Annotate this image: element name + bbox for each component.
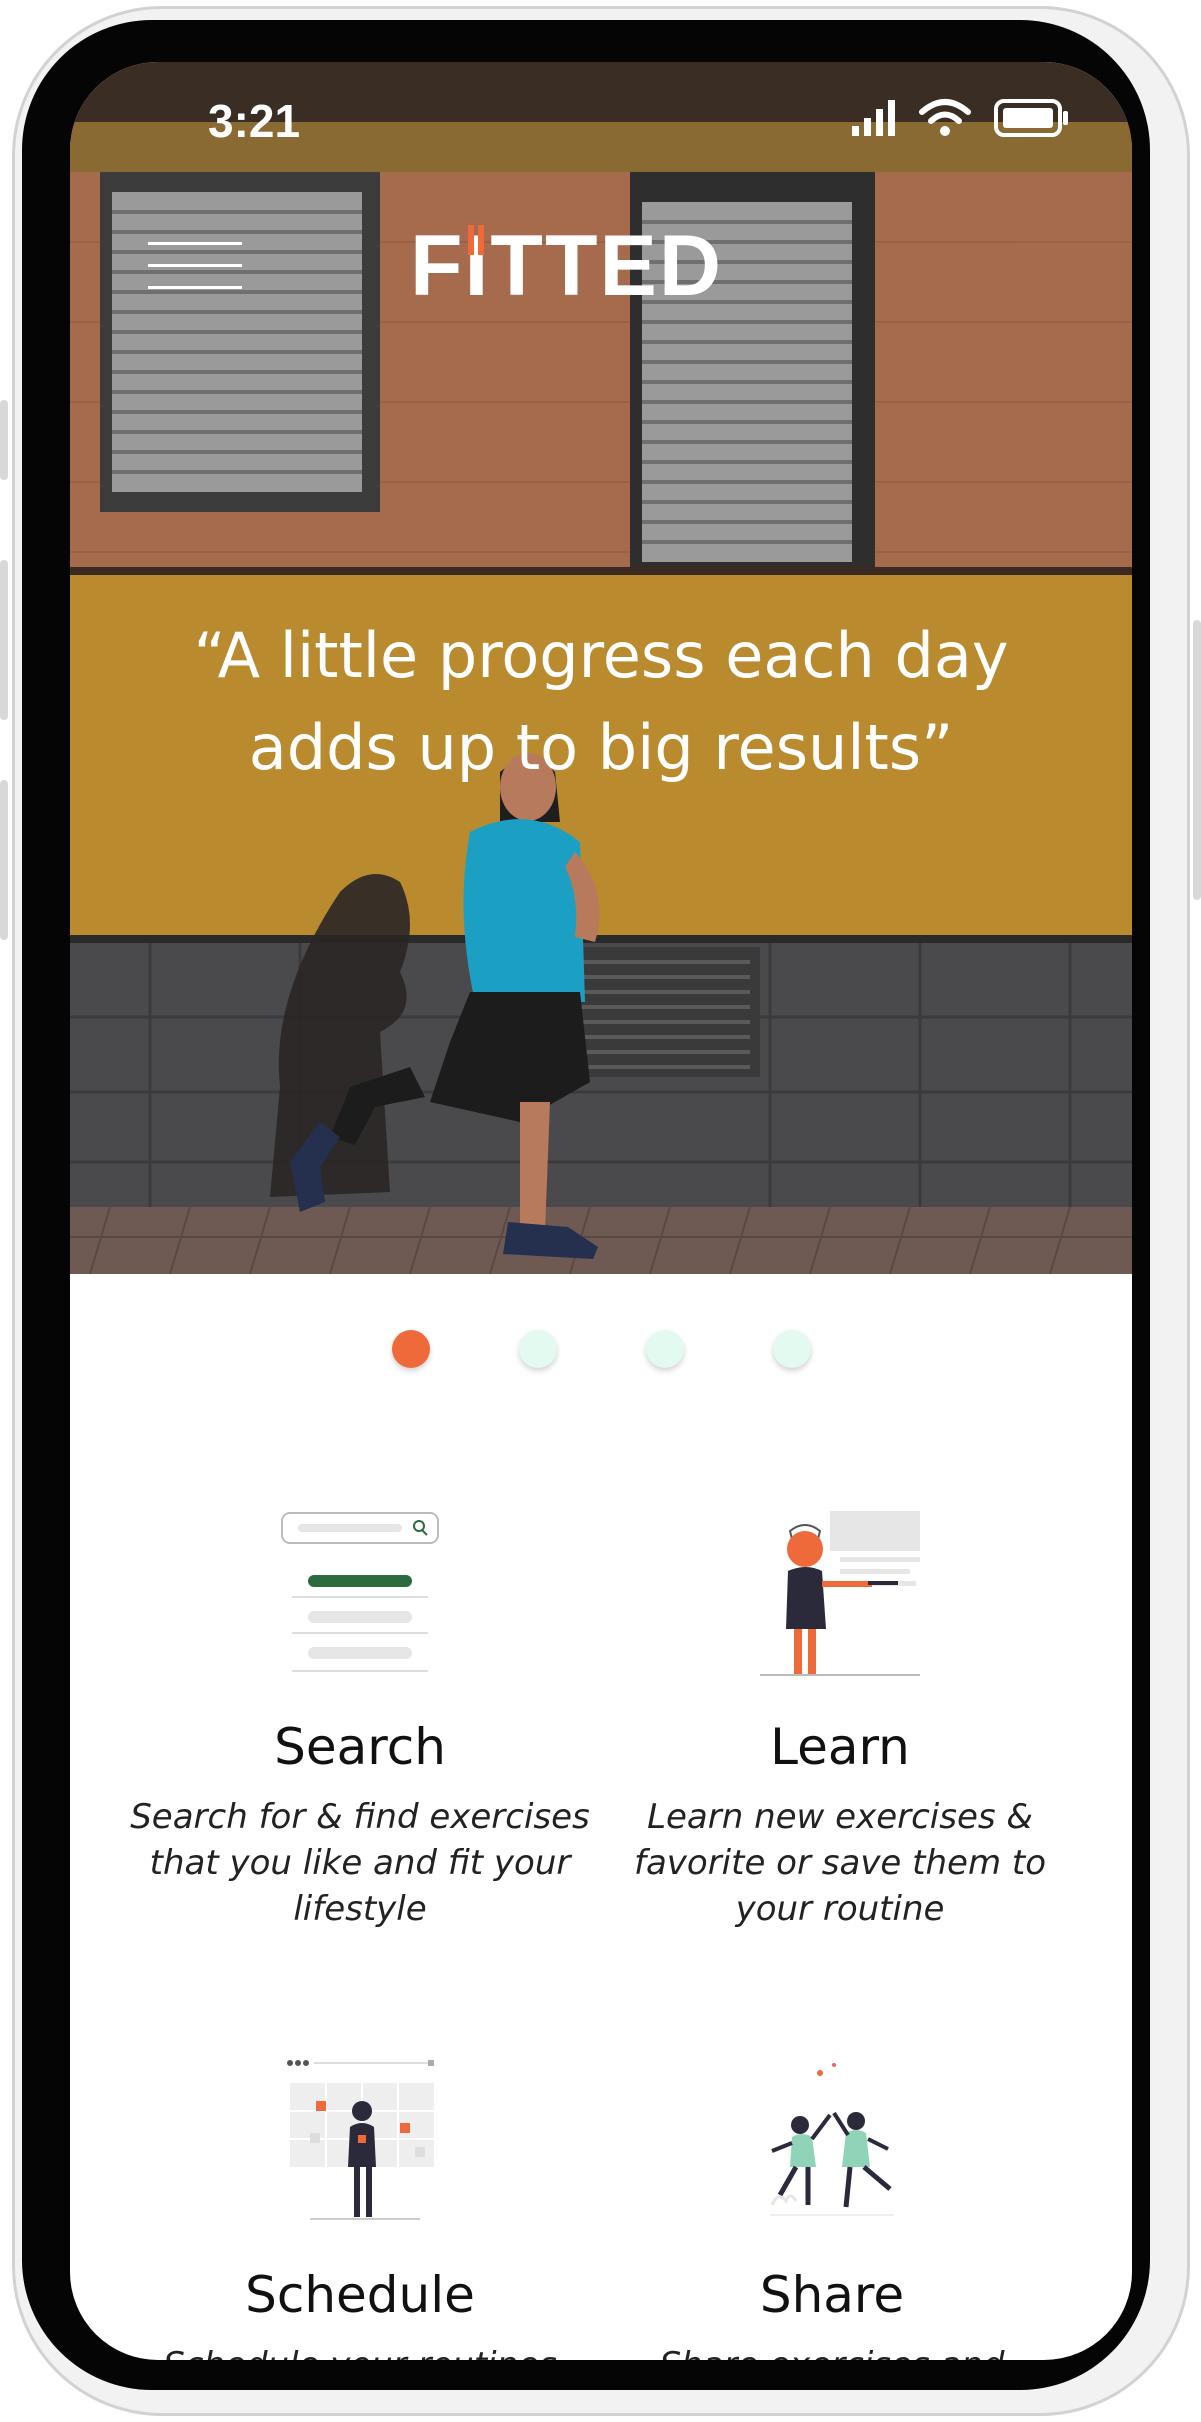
fitted-logo: FITTED [410,218,723,307]
carousel-dot-1[interactable] [392,1330,430,1368]
logo-text: FITTED [410,218,723,307]
hero-quote: “A little progress each day adds up to b… [193,619,1009,784]
screen: 3:21 FITTED “A little progress each day … [70,62,1132,2360]
hero-banner: 3:21 FITTED “A little progress each day … [70,62,1132,1274]
feature-description: Search for & find exercises that you lik… [130,1797,590,1929]
carousel-dot-4[interactable] [773,1330,811,1368]
battery-icon [994,99,1068,137]
volume-button-down [0,560,8,720]
status-bar: 3:21 [70,62,1132,182]
feature-description: Share exercises and [602,2342,1062,2360]
feature-title: Share [759,2266,905,2324]
feature-share: Share Share exercises and [602,2040,1062,2360]
status-icons [852,98,1070,138]
volume-button-up [0,400,8,480]
menu-line [148,242,242,245]
feature-description: Schedule your routines [130,2342,590,2360]
share-illustration [602,2040,1062,2230]
carousel-dot-2[interactable] [519,1330,557,1368]
carousel-indicator [70,1330,1132,1374]
feature-title: Search [274,1718,446,1776]
feature-schedule: Schedule Schedule your routines [130,2040,590,2360]
feature-title: Schedule [245,2266,475,2324]
cellular-signal-icon [852,100,895,136]
volume-button-lower [0,780,8,940]
status-time: 3:21 [208,95,301,147]
search-illustration [130,1492,590,1682]
learn-illustration [610,1492,1070,1682]
feature-search: Search Search for & find exercises that … [130,1492,590,1932]
feature-title: Learn [770,1718,910,1776]
schedule-illustration [130,2040,590,2230]
menu-button[interactable] [148,242,248,322]
power-button [1193,620,1201,900]
menu-line [148,264,242,267]
menu-line [148,286,242,289]
feature-learn: Learn Learn new exercises & favorite or … [610,1492,1070,1932]
carousel-dot-3[interactable] [646,1330,684,1368]
wifi-icon [919,99,971,136]
feature-description: Learn new exercises & favorite or save t… [633,1797,1047,1929]
